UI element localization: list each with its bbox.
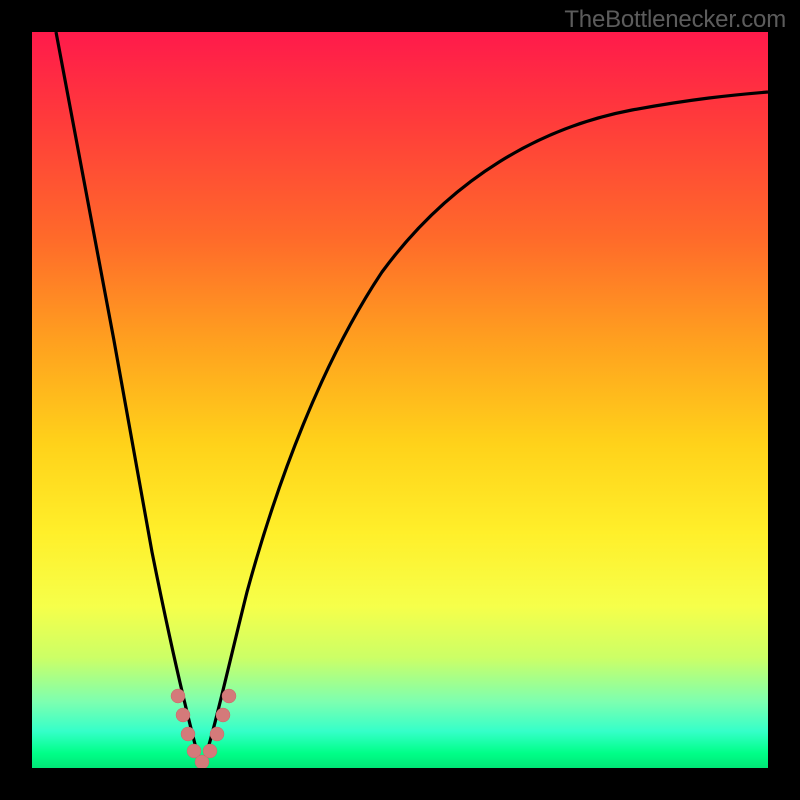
watermark-text: TheBottlenecker.com <box>564 6 786 34</box>
chart-frame: TheBottlenecker.com <box>0 0 800 800</box>
valley-markers <box>171 689 236 768</box>
curve-right-branch <box>202 92 768 768</box>
bottleneck-curve <box>32 32 768 768</box>
curve-left-branch <box>56 32 202 768</box>
plot-area <box>32 32 768 768</box>
